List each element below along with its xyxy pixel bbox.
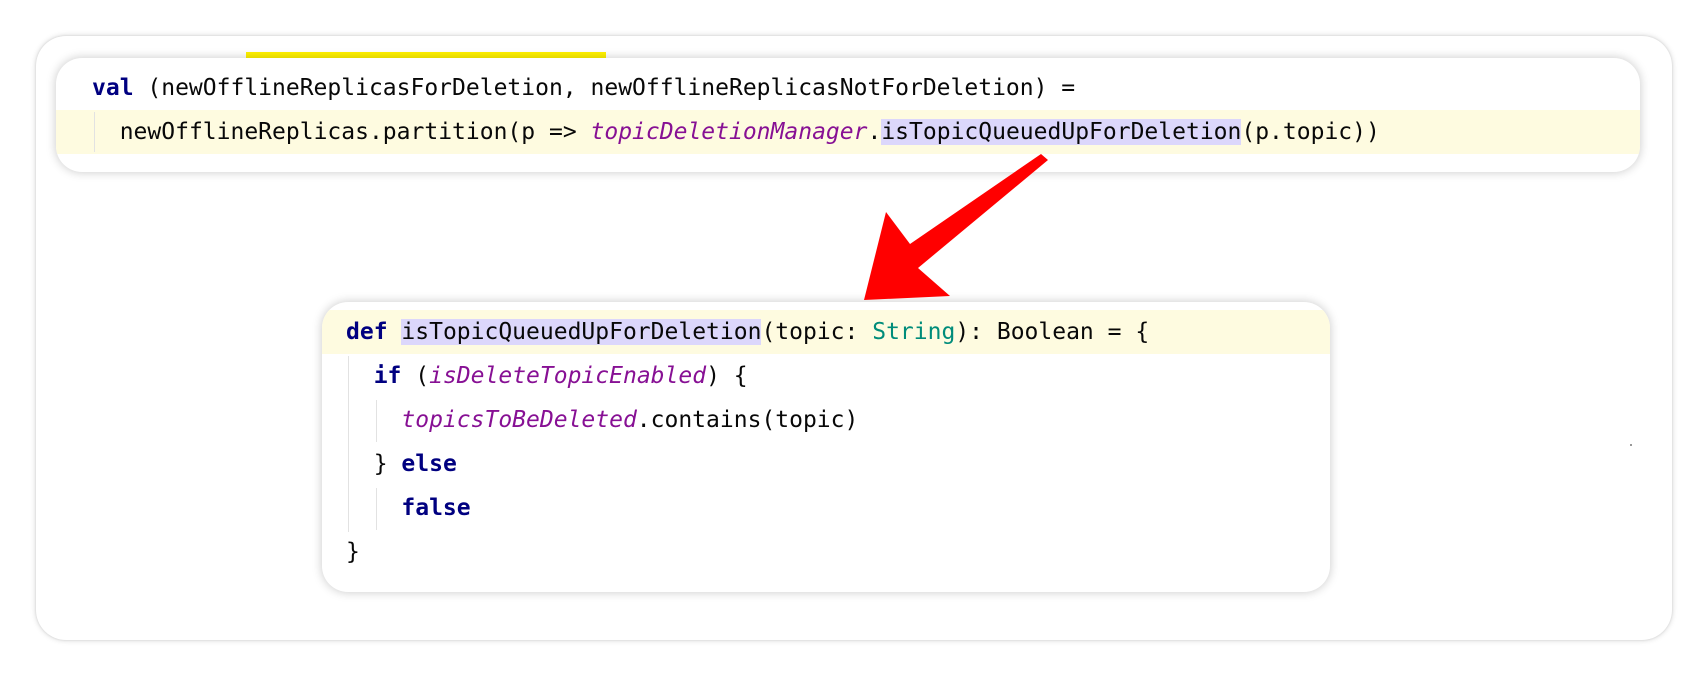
dot: . xyxy=(867,119,882,145)
code-line-if: if (isDeleteTopicEnabled) { xyxy=(322,354,1330,398)
field-topic-deletion-manager: topicDeletionManager xyxy=(590,119,868,145)
indent-guide xyxy=(94,112,95,152)
code-line-end: } xyxy=(322,530,1330,574)
indent-guide-if-body xyxy=(376,400,377,442)
code-line-partition: newOfflineReplicas.partition(p => topicD… xyxy=(56,110,1640,154)
top-code-snippet: val (newOfflineReplicasForDeletion, newO… xyxy=(56,58,1640,172)
type-string: String xyxy=(872,319,956,345)
contains-call: .contains(topic) xyxy=(636,407,859,433)
field-topics-to-be-deleted: topicsToBeDeleted xyxy=(401,407,637,433)
method-is-topic-queued-up-for-deletion-def: isTopicQueuedUpForDeletion xyxy=(401,319,762,345)
if-close: ) { xyxy=(706,363,748,389)
code-line-contains: topicsToBeDeleted.contains(topic) xyxy=(322,398,1330,442)
keyword-if: if xyxy=(373,363,402,389)
code-line-val: val (newOfflineReplicasForDeletion, newO… xyxy=(56,66,1640,110)
keyword-def: def xyxy=(346,319,388,345)
code-line-def: def isTopicQueuedUpForDeletion(topic: St… xyxy=(322,310,1330,354)
call-args: (p.topic)) xyxy=(1241,119,1380,145)
tuple-declaration: (newOfflineReplicasForDeletion, newOffli… xyxy=(133,75,1076,101)
keyword-val: val xyxy=(92,75,134,101)
code-line-else: } else xyxy=(322,442,1330,486)
indent-guide-else-body xyxy=(376,488,377,530)
if-open: ( xyxy=(401,363,430,389)
closing-brace: } xyxy=(346,539,360,565)
partition-call: newOfflineReplicas.partition(p => xyxy=(119,119,591,145)
keyword-else: else xyxy=(401,451,457,477)
bottom-code-snippet: def isTopicQueuedUpForDeletion(topic: St… xyxy=(322,302,1330,592)
params-end: ): Boolean = { xyxy=(955,319,1150,345)
indent-guide-outer xyxy=(348,356,349,532)
code-line-false: false xyxy=(322,486,1330,530)
method-is-topic-queued-up-for-deletion-call: isTopicQueuedUpForDeletion xyxy=(881,119,1242,145)
keyword-false: false xyxy=(401,495,471,521)
stray-dot xyxy=(1630,444,1632,446)
closing-brace: } xyxy=(373,451,402,477)
field-is-delete-topic-enabled: isDeleteTopicEnabled xyxy=(429,363,707,389)
params-start: (topic: xyxy=(761,319,873,345)
